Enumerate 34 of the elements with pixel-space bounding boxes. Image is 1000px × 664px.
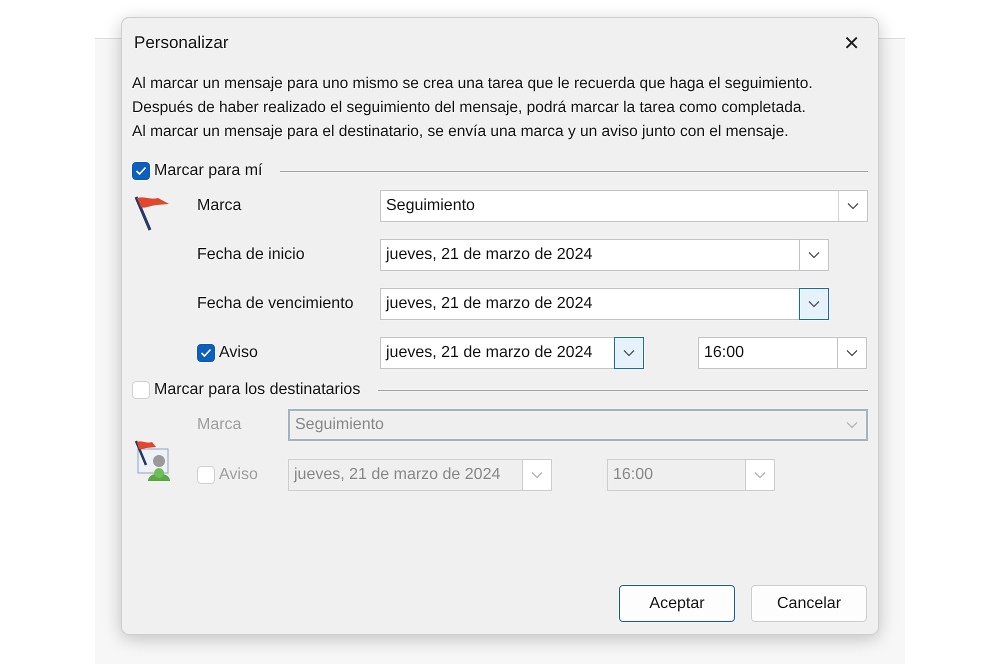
checkbox[interactable] xyxy=(197,344,215,362)
chevron-down-icon xyxy=(847,202,859,210)
section-label: Marcar para mí xyxy=(154,162,262,180)
date-field[interactable]: jueves, 21 de marzo de 2024 xyxy=(380,239,799,271)
dialog-button[interactable]: Aceptar xyxy=(619,585,735,622)
dropdown-button[interactable] xyxy=(837,337,867,369)
date-field[interactable]: jueves, 21 de marzo de 2024 xyxy=(380,337,614,369)
dialog-title: Personalizar xyxy=(134,33,228,53)
chevron-down-icon xyxy=(846,421,858,429)
checkmark-icon xyxy=(135,166,147,176)
dialog-button[interactable]: Cancelar xyxy=(751,585,867,622)
field-label: Marca xyxy=(197,416,242,434)
field-label: Fecha de vencimiento xyxy=(197,295,354,313)
chevron-down-icon xyxy=(531,471,543,479)
flag-dropdown[interactable]: Seguimiento xyxy=(380,190,868,222)
field-label: Marca xyxy=(197,197,242,215)
section-label: Marcar para los destinatarios xyxy=(154,381,360,399)
dropdown-button[interactable] xyxy=(799,288,829,320)
close-button[interactable]: ✕ xyxy=(839,31,864,55)
description-text: Al marcar un mensaje para uno mismo se crea una tarea que le recuerda que haga el seguimiento. Después de haber realizado el seguimiento del mensaje, podrá marcar la tarea como completada. Al marcar un mensaje para el destinatario, se envía una marca y un aviso junto con el mensaje. xyxy=(131,74,814,142)
checkmark-icon xyxy=(200,348,212,358)
chevron-down-icon xyxy=(808,251,820,259)
chevron-down-icon xyxy=(846,349,858,357)
field-label: Fecha de inicio xyxy=(197,246,305,264)
dropdown-button[interactable] xyxy=(614,337,644,369)
field-label: Aviso xyxy=(219,344,258,362)
chevron-down-icon xyxy=(808,300,820,308)
dropdown-button[interactable] xyxy=(799,239,829,271)
field-label: Aviso xyxy=(219,466,258,484)
chevron-down-icon xyxy=(754,471,766,479)
checkbox[interactable] xyxy=(132,162,150,180)
chevron-down-icon xyxy=(623,349,635,357)
time-field[interactable]: 16:00 xyxy=(698,337,837,369)
date-field[interactable]: jueves, 21 de marzo de 2024 xyxy=(380,288,799,320)
